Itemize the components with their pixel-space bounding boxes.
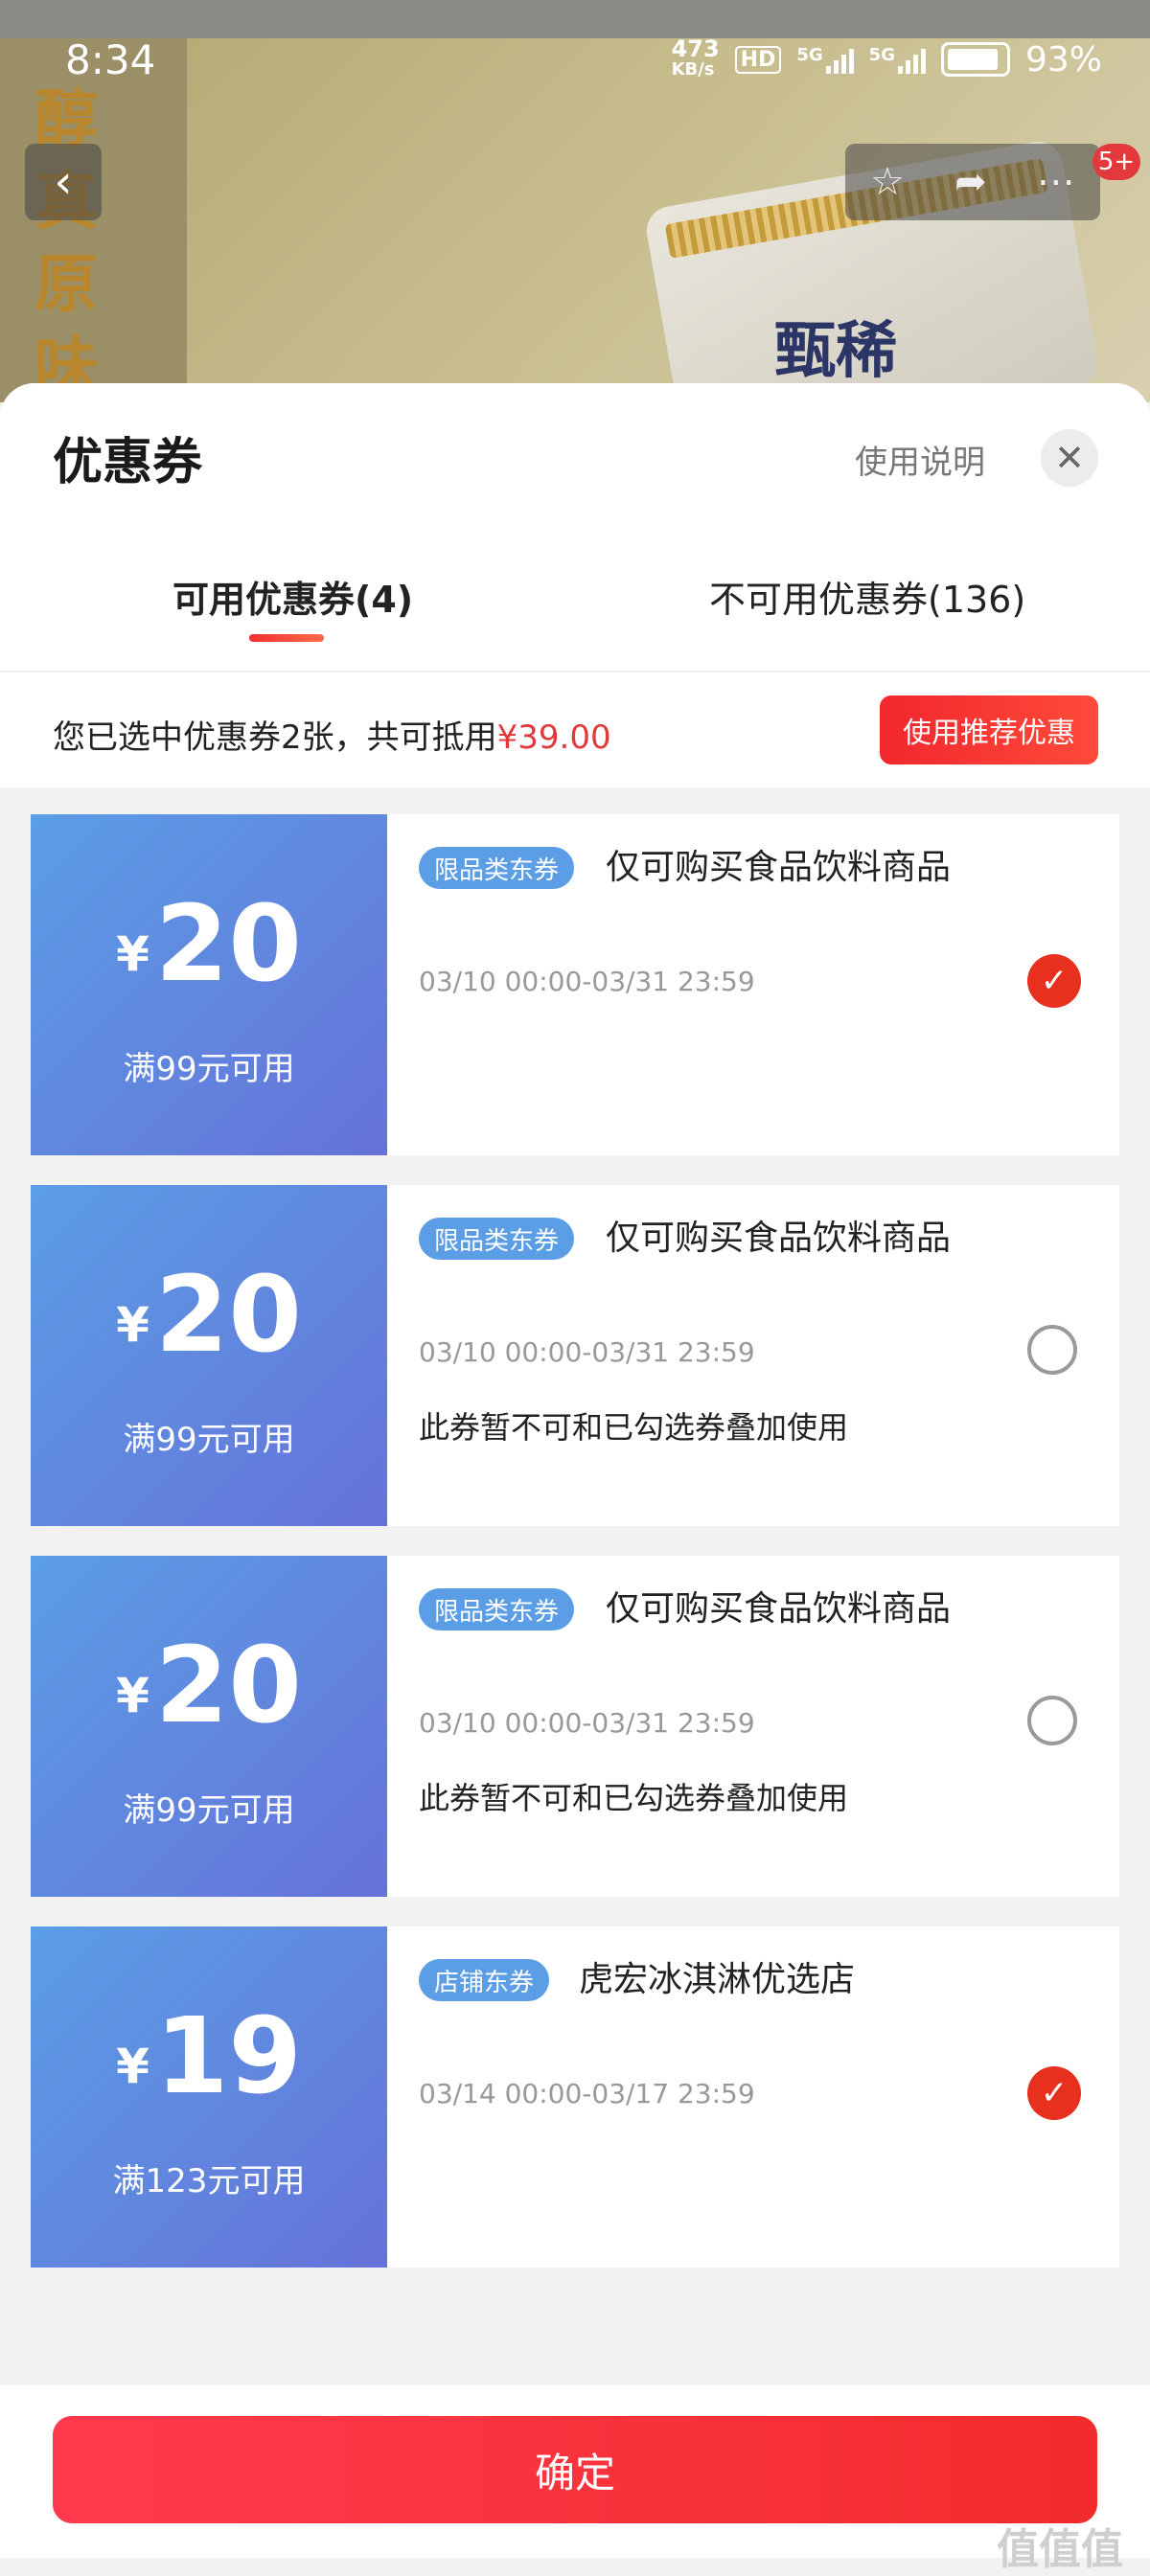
checkmark-icon: ✓ (1040, 2074, 1069, 2112)
signal-2: 5G (869, 45, 926, 74)
coupon-value-panel: ¥20 满99元可用 (25, 1556, 387, 1897)
product-toolbar: ☆ ➦ ⋯ (845, 144, 1100, 220)
close-button[interactable]: ✕ (1041, 429, 1098, 487)
coupon-condition: 满99元可用 (123, 1791, 295, 1830)
coupon-amount: ¥19 (31, 2003, 387, 2109)
summary-amount: ¥39.00 (496, 718, 611, 757)
net-speed-unit: KB/s (671, 59, 715, 80)
confirm-button[interactable]: 确定 (53, 2416, 1097, 2523)
coupon-date: 03/10 00:00-03/31 23:59 (419, 1336, 755, 1368)
sheet-footer: 确定 (0, 2385, 1150, 2558)
coupon-scope: 虎宏冰淇淋优选店 (579, 1960, 856, 1999)
coupon-unselected-checkbox[interactable] (1027, 1325, 1077, 1375)
coupon-condition: 满99元可用 (123, 1421, 295, 1459)
signal-2-label: 5G (868, 45, 895, 65)
tab-unavailable-coupons[interactable]: 不可用优惠券(136) (709, 570, 1025, 623)
coupon-value-panel: ¥20 满99元可用 (25, 1185, 387, 1526)
message-badge: 5+ (1092, 144, 1140, 180)
summary-prefix: 您已选中优惠券2张，共可抵用 (53, 718, 497, 757)
summary-text: 您已选中优惠券2张，共可抵用¥39.00 (53, 711, 611, 758)
hd-icon: HD (734, 45, 782, 74)
battery-percent: 93% (1024, 39, 1102, 80)
share-icon[interactable]: ➦ (954, 160, 987, 204)
coupon-value-panel: ¥19 满123元可用 (25, 1926, 387, 2268)
signal-1: 5G (796, 45, 854, 74)
coupon-tag: 店铺东券 (419, 1959, 550, 2001)
coupon-value-panel: ¥20 满99元可用 (25, 814, 387, 1155)
signal-1-label: 5G (796, 45, 823, 65)
tab-available-coupons[interactable]: 可用优惠券(4) (172, 570, 413, 623)
product-brand: 甄稀 (774, 316, 897, 387)
coupon-amount: ¥20 (31, 1632, 387, 1738)
currency-symbol: ¥ (116, 1668, 150, 1723)
site-watermark: 值值值 (997, 2525, 1123, 2574)
coupon-sheet: 优惠券 使用说明 ✕ 可用优惠券(4) 不可用优惠券(136) 您已选中优惠券2… (0, 383, 1150, 2558)
coupon-unselected-checkbox[interactable] (1027, 1696, 1077, 1745)
coupon-date: 03/10 00:00-03/31 23:59 (419, 966, 755, 997)
status-bar: 8:34 473 KB/s HD 5G 5G 93% (0, 0, 1150, 130)
coupon-amount: ¥20 (31, 891, 387, 996)
status-right: 473 KB/s HD 5G 5G 93% (671, 35, 1102, 80)
coupon-tag: 限品类东券 (419, 1218, 575, 1260)
coupon-tag: 限品类东券 (419, 1588, 575, 1630)
signal-bars-icon (825, 45, 854, 74)
selection-summary: 您已选中优惠券2张，共可抵用¥39.00 使用推荐优惠 (0, 671, 1150, 787)
signal-bars-icon (897, 45, 926, 74)
coupon-scope: 仅可购买食品饮料商品 (606, 1589, 952, 1629)
status-time: 8:34 (65, 36, 156, 83)
checkmark-icon: ✓ (1040, 962, 1069, 1000)
chevron-left-icon: ‹ (54, 155, 73, 209)
active-tab-indicator (249, 634, 324, 642)
coupon-condition: 满99元可用 (123, 1050, 295, 1088)
more-icon[interactable]: ⋯ (1037, 160, 1075, 204)
coupon-card[interactable]: ¥20 满99元可用 限品类东券 仅可购买食品饮料商品 03/10 00:00-… (25, 1556, 1119, 1897)
coupon-tag: 限品类东券 (419, 847, 575, 889)
coupon-selected-checkbox[interactable]: ✓ (1027, 954, 1081, 1008)
net-speed: 473 KB/s (671, 35, 720, 80)
coupon-date: 03/10 00:00-03/31 23:59 (419, 1707, 755, 1739)
net-speed-value: 473 (671, 35, 720, 62)
coupon-amount-value: 20 (154, 1253, 302, 1376)
coupon-card[interactable]: ¥19 满123元可用 店铺东券 虎宏冰淇淋优选店 03/14 00:00-03… (25, 1926, 1119, 2268)
coupon-amount-value: 19 (154, 1995, 302, 2117)
currency-symbol: ¥ (116, 1297, 150, 1353)
coupon-scope: 仅可购买食品饮料商品 (606, 1219, 952, 1258)
battery-icon (940, 42, 1010, 77)
use-recommended-button[interactable]: 使用推荐优惠 (880, 695, 1098, 764)
currency-symbol: ¥ (116, 2039, 150, 2094)
coupon-condition: 满123元可用 (112, 2162, 306, 2200)
sheet-title: 优惠券 (53, 434, 203, 491)
usage-help-link[interactable]: 使用说明 (855, 436, 985, 483)
coupon-warning: 此券暂不可和已勾选券叠加使用 (419, 1409, 849, 1446)
close-icon: ✕ (1054, 437, 1085, 479)
coupon-amount-value: 20 (154, 1624, 302, 1746)
back-button[interactable]: ‹ (25, 144, 102, 220)
currency-symbol: ¥ (116, 926, 150, 982)
coupon-card[interactable]: ¥20 满99元可用 限品类东券 仅可购买食品饮料商品 03/10 00:00-… (25, 814, 1119, 1155)
coupon-card[interactable]: ¥20 满99元可用 限品类东券 仅可购买食品饮料商品 03/10 00:00-… (25, 1185, 1119, 1526)
star-icon[interactable]: ☆ (870, 160, 905, 204)
coupon-warning: 此券暂不可和已勾选券叠加使用 (419, 1780, 849, 1816)
coupon-date: 03/14 00:00-03/17 23:59 (419, 2078, 755, 2109)
coupon-selected-checkbox[interactable]: ✓ (1027, 2066, 1081, 2120)
coupon-scope: 仅可购买食品饮料商品 (606, 848, 952, 887)
sheet-header: 优惠券 使用说明 ✕ 可用优惠券(4) 不可用优惠券(136) (0, 383, 1150, 671)
coupon-amount-value: 20 (154, 882, 302, 1005)
coupon-amount: ¥20 (31, 1262, 387, 1367)
